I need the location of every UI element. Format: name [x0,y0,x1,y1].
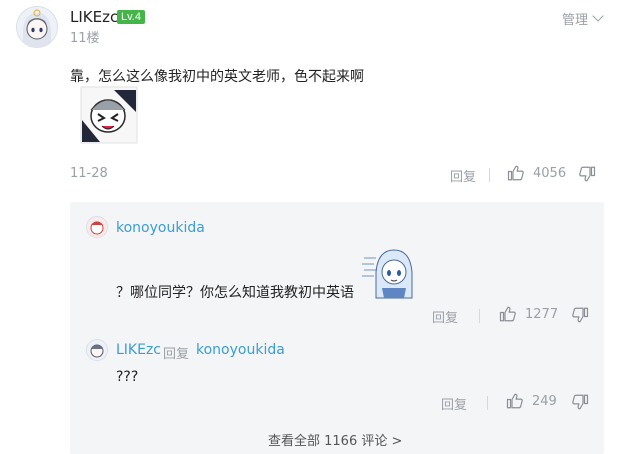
dislike-button[interactable] [571,306,589,324]
thumb-down-icon [572,394,589,410]
thumb-down-icon [579,166,596,182]
reply-button[interactable]: 回复 [432,307,458,326]
thumb-up-icon [507,165,524,181]
action-divider [479,309,480,323]
reply-avatar-image [87,340,107,360]
thumb-up-icon [506,393,523,409]
reply-username[interactable]: konoyoukida [116,220,205,236]
thumb-down-icon [572,307,589,323]
comment-text: 靠，怎么这么像我初中的英文老师，色不起来啊 [70,69,364,85]
like-count: 249 [532,393,557,409]
replies-panel [70,202,604,454]
reply-avatar-image [87,217,107,237]
dislike-button[interactable] [571,393,589,411]
comment-username[interactable]: LIKEzc [70,8,118,26]
reply-avatar[interactable] [86,216,108,238]
reply-username[interactable]: LIKEzc [116,342,161,358]
reply-to-label: 回复 [163,347,190,362]
reply-sticker[interactable] [360,244,418,300]
floor-number: 11楼 [70,31,100,46]
comment-date: 11-28 [70,166,108,181]
reply-text: ？哪位同学？你怎么知道我教初中英语 [116,285,354,301]
action-divider [489,168,490,182]
like-button[interactable]: 249 [506,392,557,410]
like-count: 4056 [533,165,567,181]
like-button[interactable]: 1277 [499,305,558,323]
dislike-button[interactable] [578,165,596,183]
comment-sticker[interactable] [80,86,138,144]
chevron-down-icon [592,10,604,22]
avatar[interactable] [16,6,58,48]
reply-text: ??? [116,369,139,385]
sticker-image [80,86,138,144]
reply-button[interactable]: 回复 [450,166,476,185]
view-all-comments-link[interactable]: 查看全部 1166 评论 > [268,430,402,449]
like-button[interactable]: 4056 [507,164,566,182]
reply-to-username[interactable]: konoyoukida [196,342,285,358]
thumb-up-icon [499,306,516,322]
reply-avatar[interactable] [86,339,108,361]
manage-button[interactable]: 管理 [562,9,604,28]
action-divider [487,396,488,410]
like-count: 1277 [525,306,559,322]
avatar-image [17,7,57,47]
reply-button[interactable]: 回复 [441,394,467,413]
reply-sticker-image [362,249,413,299]
manage-label: 管理 [562,12,589,28]
level-badge: Lv.4 [117,10,145,24]
